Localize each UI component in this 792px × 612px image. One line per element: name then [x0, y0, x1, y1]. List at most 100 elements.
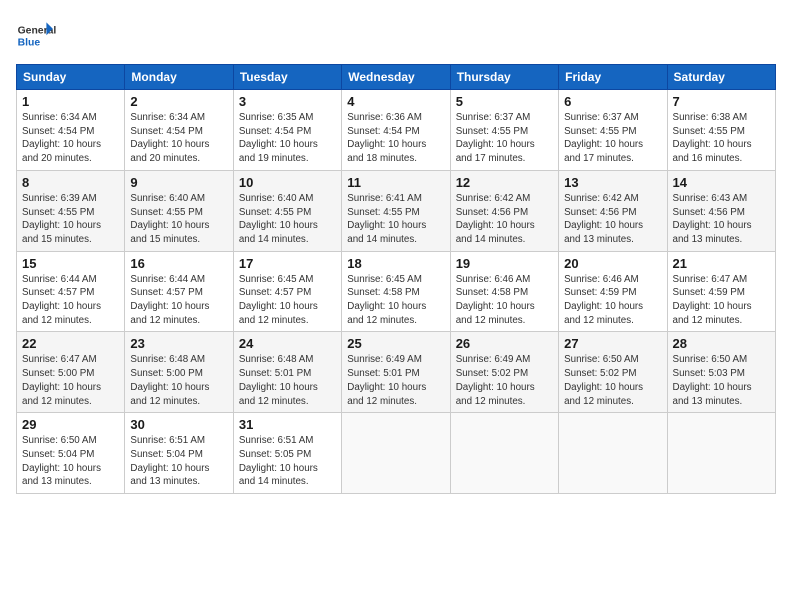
- page-header: General Blue: [16, 16, 776, 56]
- calendar-cell: 26 Sunrise: 6:49 AMSunset: 5:02 PMDaylig…: [450, 332, 558, 413]
- calendar-cell: 5 Sunrise: 6:37 AMSunset: 4:55 PMDayligh…: [450, 90, 558, 171]
- calendar-header-row: SundayMondayTuesdayWednesdayThursdayFrid…: [17, 65, 776, 90]
- calendar-cell: 27 Sunrise: 6:50 AMSunset: 5:02 PMDaylig…: [559, 332, 667, 413]
- calendar-cell: 3 Sunrise: 6:35 AMSunset: 4:54 PMDayligh…: [233, 90, 341, 171]
- calendar-cell: 18 Sunrise: 6:45 AMSunset: 4:58 PMDaylig…: [342, 251, 450, 332]
- calendar-cell: 7 Sunrise: 6:38 AMSunset: 4:55 PMDayligh…: [667, 90, 775, 171]
- day-number: 10: [239, 175, 336, 190]
- day-number: 23: [130, 336, 227, 351]
- calendar-cell: 4 Sunrise: 6:36 AMSunset: 4:54 PMDayligh…: [342, 90, 450, 171]
- calendar-cell: 2 Sunrise: 6:34 AMSunset: 4:54 PMDayligh…: [125, 90, 233, 171]
- column-header-wednesday: Wednesday: [342, 65, 450, 90]
- calendar-cell: 16 Sunrise: 6:44 AMSunset: 4:57 PMDaylig…: [125, 251, 233, 332]
- column-header-tuesday: Tuesday: [233, 65, 341, 90]
- calendar-cell: 12 Sunrise: 6:42 AMSunset: 4:56 PMDaylig…: [450, 170, 558, 251]
- day-number: 5: [456, 94, 553, 109]
- calendar-cell: 14 Sunrise: 6:43 AMSunset: 4:56 PMDaylig…: [667, 170, 775, 251]
- calendar-cell: 17 Sunrise: 6:45 AMSunset: 4:57 PMDaylig…: [233, 251, 341, 332]
- day-info: Sunrise: 6:47 AMSunset: 5:00 PMDaylight:…: [22, 354, 101, 406]
- calendar-cell: 10 Sunrise: 6:40 AMSunset: 4:55 PMDaylig…: [233, 170, 341, 251]
- day-number: 8: [22, 175, 119, 190]
- day-number: 26: [456, 336, 553, 351]
- column-header-saturday: Saturday: [667, 65, 775, 90]
- day-number: 3: [239, 94, 336, 109]
- calendar-week-3: 15 Sunrise: 6:44 AMSunset: 4:57 PMDaylig…: [17, 251, 776, 332]
- day-info: Sunrise: 6:44 AMSunset: 4:57 PMDaylight:…: [130, 274, 209, 326]
- day-info: Sunrise: 6:41 AMSunset: 4:55 PMDaylight:…: [347, 193, 426, 245]
- calendar-cell: 20 Sunrise: 6:46 AMSunset: 4:59 PMDaylig…: [559, 251, 667, 332]
- day-number: 22: [22, 336, 119, 351]
- column-header-monday: Monday: [125, 65, 233, 90]
- calendar-cell: 25 Sunrise: 6:49 AMSunset: 5:01 PMDaylig…: [342, 332, 450, 413]
- day-info: Sunrise: 6:51 AMSunset: 5:04 PMDaylight:…: [130, 435, 209, 487]
- logo: General Blue: [16, 16, 60, 56]
- day-number: 12: [456, 175, 553, 190]
- day-info: Sunrise: 6:45 AMSunset: 4:57 PMDaylight:…: [239, 274, 318, 326]
- day-number: 9: [130, 175, 227, 190]
- calendar-week-4: 22 Sunrise: 6:47 AMSunset: 5:00 PMDaylig…: [17, 332, 776, 413]
- column-header-friday: Friday: [559, 65, 667, 90]
- day-info: Sunrise: 6:47 AMSunset: 4:59 PMDaylight:…: [673, 274, 752, 326]
- day-info: Sunrise: 6:44 AMSunset: 4:57 PMDaylight:…: [22, 274, 101, 326]
- day-info: Sunrise: 6:48 AMSunset: 5:00 PMDaylight:…: [130, 354, 209, 406]
- svg-text:Blue: Blue: [18, 38, 41, 49]
- calendar-table: SundayMondayTuesdayWednesdayThursdayFrid…: [16, 64, 776, 494]
- day-number: 24: [239, 336, 336, 351]
- day-info: Sunrise: 6:42 AMSunset: 4:56 PMDaylight:…: [564, 193, 643, 245]
- calendar-week-1: 1 Sunrise: 6:34 AMSunset: 4:54 PMDayligh…: [17, 90, 776, 171]
- day-number: 30: [130, 417, 227, 432]
- calendar-cell: 30 Sunrise: 6:51 AMSunset: 5:04 PMDaylig…: [125, 413, 233, 494]
- calendar-cell: [450, 413, 558, 494]
- calendar-cell: 13 Sunrise: 6:42 AMSunset: 4:56 PMDaylig…: [559, 170, 667, 251]
- day-number: 20: [564, 256, 661, 271]
- day-info: Sunrise: 6:50 AMSunset: 5:03 PMDaylight:…: [673, 354, 752, 406]
- day-info: Sunrise: 6:37 AMSunset: 4:55 PMDaylight:…: [564, 112, 643, 164]
- calendar-week-5: 29 Sunrise: 6:50 AMSunset: 5:04 PMDaylig…: [17, 413, 776, 494]
- calendar-cell: 6 Sunrise: 6:37 AMSunset: 4:55 PMDayligh…: [559, 90, 667, 171]
- day-info: Sunrise: 6:51 AMSunset: 5:05 PMDaylight:…: [239, 435, 318, 487]
- day-info: Sunrise: 6:50 AMSunset: 5:04 PMDaylight:…: [22, 435, 101, 487]
- day-info: Sunrise: 6:34 AMSunset: 4:54 PMDaylight:…: [130, 112, 209, 164]
- calendar-cell: [342, 413, 450, 494]
- day-info: Sunrise: 6:34 AMSunset: 4:54 PMDaylight:…: [22, 112, 101, 164]
- day-number: 14: [673, 175, 770, 190]
- day-number: 28: [673, 336, 770, 351]
- calendar-cell: 9 Sunrise: 6:40 AMSunset: 4:55 PMDayligh…: [125, 170, 233, 251]
- day-number: 13: [564, 175, 661, 190]
- calendar-cell: 31 Sunrise: 6:51 AMSunset: 5:05 PMDaylig…: [233, 413, 341, 494]
- day-info: Sunrise: 6:42 AMSunset: 4:56 PMDaylight:…: [456, 193, 535, 245]
- day-number: 6: [564, 94, 661, 109]
- day-number: 16: [130, 256, 227, 271]
- day-info: Sunrise: 6:46 AMSunset: 4:59 PMDaylight:…: [564, 274, 643, 326]
- day-info: Sunrise: 6:49 AMSunset: 5:02 PMDaylight:…: [456, 354, 535, 406]
- calendar-cell: 29 Sunrise: 6:50 AMSunset: 5:04 PMDaylig…: [17, 413, 125, 494]
- day-info: Sunrise: 6:40 AMSunset: 4:55 PMDaylight:…: [130, 193, 209, 245]
- calendar-cell: 23 Sunrise: 6:48 AMSunset: 5:00 PMDaylig…: [125, 332, 233, 413]
- day-info: Sunrise: 6:45 AMSunset: 4:58 PMDaylight:…: [347, 274, 426, 326]
- calendar-cell: 24 Sunrise: 6:48 AMSunset: 5:01 PMDaylig…: [233, 332, 341, 413]
- calendar-cell: 8 Sunrise: 6:39 AMSunset: 4:55 PMDayligh…: [17, 170, 125, 251]
- day-number: 1: [22, 94, 119, 109]
- calendar-cell: 11 Sunrise: 6:41 AMSunset: 4:55 PMDaylig…: [342, 170, 450, 251]
- day-number: 18: [347, 256, 444, 271]
- calendar-cell: 21 Sunrise: 6:47 AMSunset: 4:59 PMDaylig…: [667, 251, 775, 332]
- column-header-sunday: Sunday: [17, 65, 125, 90]
- day-number: 29: [22, 417, 119, 432]
- day-info: Sunrise: 6:40 AMSunset: 4:55 PMDaylight:…: [239, 193, 318, 245]
- day-info: Sunrise: 6:46 AMSunset: 4:58 PMDaylight:…: [456, 274, 535, 326]
- day-number: 27: [564, 336, 661, 351]
- day-number: 15: [22, 256, 119, 271]
- day-number: 2: [130, 94, 227, 109]
- day-info: Sunrise: 6:38 AMSunset: 4:55 PMDaylight:…: [673, 112, 752, 164]
- day-info: Sunrise: 6:43 AMSunset: 4:56 PMDaylight:…: [673, 193, 752, 245]
- day-info: Sunrise: 6:39 AMSunset: 4:55 PMDaylight:…: [22, 193, 101, 245]
- day-number: 17: [239, 256, 336, 271]
- day-info: Sunrise: 6:35 AMSunset: 4:54 PMDaylight:…: [239, 112, 318, 164]
- day-info: Sunrise: 6:48 AMSunset: 5:01 PMDaylight:…: [239, 354, 318, 406]
- day-number: 11: [347, 175, 444, 190]
- day-info: Sunrise: 6:36 AMSunset: 4:54 PMDaylight:…: [347, 112, 426, 164]
- calendar-cell: 22 Sunrise: 6:47 AMSunset: 5:00 PMDaylig…: [17, 332, 125, 413]
- calendar-cell: 15 Sunrise: 6:44 AMSunset: 4:57 PMDaylig…: [17, 251, 125, 332]
- day-number: 7: [673, 94, 770, 109]
- calendar-cell: [667, 413, 775, 494]
